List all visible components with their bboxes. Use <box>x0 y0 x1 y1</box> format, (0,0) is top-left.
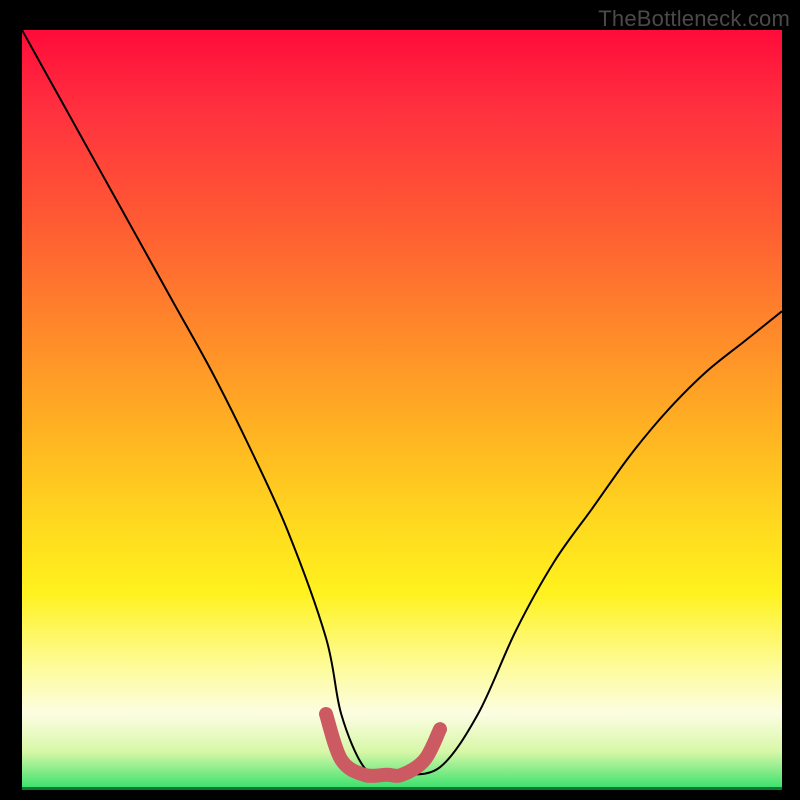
curve-svg <box>22 30 782 790</box>
plot-area <box>22 30 782 790</box>
watermark-label: TheBottleneck.com <box>598 6 790 32</box>
chart-frame: TheBottleneck.com <box>0 0 800 800</box>
bottleneck-curve <box>22 30 782 776</box>
